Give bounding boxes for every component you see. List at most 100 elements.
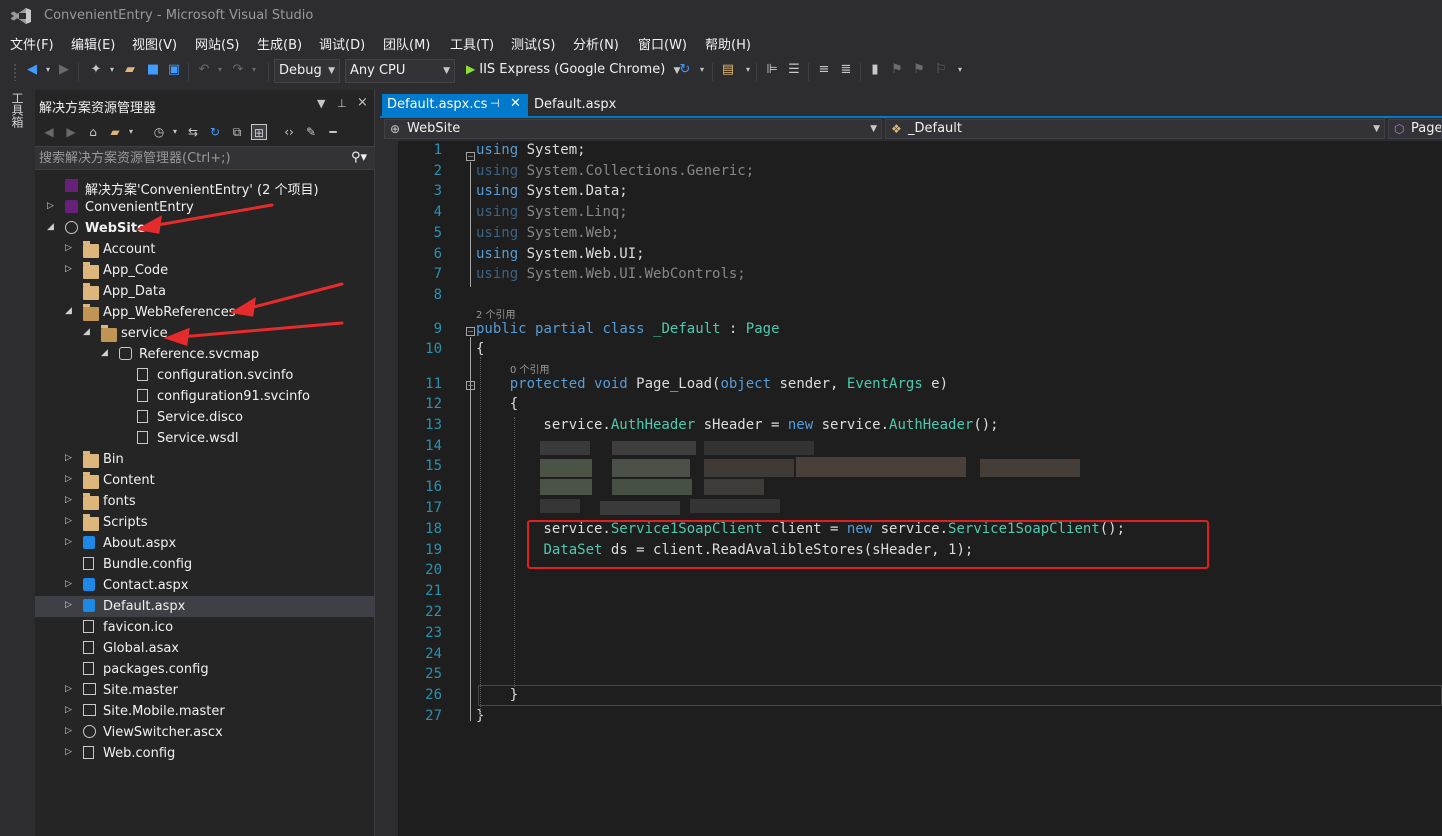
collapse-all-icon[interactable]: ⧉ <box>229 124 245 140</box>
tree-item[interactable]: ▷ ConvenientEntry <box>35 197 375 218</box>
tree-item[interactable]: Global.asax <box>35 638 375 659</box>
tree-item[interactable]: ▷ Content <box>35 470 375 491</box>
redo-icon[interactable]: ↷ <box>230 62 246 78</box>
code-line[interactable]: 24 <box>382 646 1442 666</box>
collapse-usings-icon[interactable]: − <box>466 152 475 161</box>
undo-dropdown-icon[interactable]: ▾ <box>212 62 228 78</box>
tree-item[interactable]: favicon.ico <box>35 617 375 638</box>
tree-item[interactable]: ▷ Account <box>35 239 375 260</box>
tree-item[interactable]: configuration91.svcinfo <box>35 386 375 407</box>
switch-views-dropdown-icon[interactable]: ▾ <box>123 124 139 140</box>
back-icon[interactable]: ◀ <box>41 124 57 140</box>
forward-icon[interactable]: ▶ <box>63 124 79 140</box>
switch-views-icon[interactable]: ▰ <box>107 124 123 140</box>
show-all-files-icon[interactable]: ⊞ <box>251 124 267 140</box>
collapsed-arrow-icon[interactable]: ▷ <box>65 453 75 463</box>
collapsed-arrow-icon[interactable]: ▷ <box>65 747 75 757</box>
expanded-arrow-icon[interactable]: ◢ <box>101 348 111 358</box>
collapsed-arrow-icon[interactable]: ▷ <box>47 201 57 211</box>
solution-platform-select[interactable]: Any CPU ▼ <box>345 59 455 83</box>
collapsed-arrow-icon[interactable]: ▷ <box>65 243 75 253</box>
redo-dropdown-icon[interactable]: ▾ <box>246 62 262 78</box>
properties-wrench-icon[interactable]: ✎ <box>303 124 319 140</box>
solution-configuration-select[interactable]: Debug ▼ <box>274 59 340 83</box>
collapsed-arrow-icon[interactable]: ▷ <box>65 495 75 505</box>
code-line[interactable]: 6 using System.Web.UI; <box>382 246 1442 266</box>
search-icon[interactable]: ⚲▾ <box>351 150 367 165</box>
start-debugging-button[interactable]: ▶ IIS Express (Google Chrome) ▼ <box>466 62 680 77</box>
menu-test[interactable]: 测试(S) <box>511 34 555 53</box>
code-line[interactable]: 2 using System.Collections.Generic; <box>382 163 1442 183</box>
collapsed-arrow-icon[interactable]: ▷ <box>65 600 75 610</box>
menu-edit[interactable]: 编辑(E) <box>71 34 115 53</box>
navigate-forward-icon[interactable]: ▶ <box>56 62 72 78</box>
code-line[interactable]: 13 service.AuthHeader sHeader = new serv… <box>382 417 1442 437</box>
code-line[interactable]: 1 using System; <box>382 142 1442 162</box>
tree-item[interactable]: ▷ Site.Mobile.master <box>35 701 375 722</box>
code-line[interactable]: 10 { <box>382 341 1442 361</box>
tree-item[interactable]: ▷ fonts <box>35 491 375 512</box>
tree-item[interactable]: configuration.svcinfo <box>35 365 375 386</box>
expanded-arrow-icon[interactable]: ◢ <box>83 327 93 337</box>
menu-window[interactable]: 窗口(W) <box>638 34 687 53</box>
tree-item[interactable]: ◢ App_WebReferences <box>35 302 375 323</box>
uncomment-lines-icon[interactable]: ≣ <box>838 62 854 78</box>
code-line[interactable]: 7 using System.Web.UI.WebControls; <box>382 266 1442 286</box>
tree-item[interactable]: packages.config <box>35 659 375 680</box>
menu-analyze[interactable]: 分析(N) <box>573 34 619 53</box>
method-codelens[interactable]: 0 个引用 <box>510 361 550 376</box>
class-codelens[interactable]: 2 个引用 <box>476 306 516 321</box>
browser-link-dropdown-icon[interactable]: ▾ <box>740 62 756 78</box>
tree-item[interactable]: ▷ Contact.aspx <box>35 575 375 596</box>
tree-item[interactable]: Bundle.config <box>35 554 375 575</box>
preview-selected-items-icon[interactable]: ━ <box>325 124 341 140</box>
expanded-arrow-icon[interactable]: ◢ <box>47 222 57 232</box>
code-line[interactable]: 5 using System.Web; <box>382 225 1442 245</box>
new-dropdown-icon[interactable]: ▾ <box>104 62 120 78</box>
view-code-icon[interactable]: ‹› <box>281 124 297 140</box>
home-icon[interactable]: ⌂ <box>85 124 101 140</box>
member-dropdown[interactable]: ⬡ Page_ <box>1388 119 1442 139</box>
type-dropdown[interactable]: ❖ _Default ▼ <box>885 119 1385 139</box>
tree-item[interactable]: ◢ Reference.svcmap <box>35 344 375 365</box>
code-line[interactable]: 11 protected void Page_Load(object sende… <box>382 376 1442 396</box>
comment-lines-icon[interactable]: ≡ <box>816 62 832 78</box>
collapsed-arrow-icon[interactable]: ▷ <box>65 579 75 589</box>
code-line[interactable]: 9 public partial class _Default : Page <box>382 321 1442 341</box>
tree-item[interactable]: ▷ Site.master <box>35 680 375 701</box>
menu-debug[interactable]: 调试(D) <box>319 34 365 53</box>
window-position-dropdown-icon[interactable]: ▼ <box>317 97 325 110</box>
sync-with-active-document-icon[interactable]: ⇆ <box>185 124 201 140</box>
format-document-icon[interactable]: ☰ <box>786 62 802 78</box>
collapsed-arrow-icon[interactable]: ▷ <box>65 726 75 736</box>
collapsed-arrow-icon[interactable]: ▷ <box>65 705 75 715</box>
menu-help[interactable]: 帮助(H) <box>705 34 751 53</box>
code-line[interactable]: 27} <box>382 708 1442 728</box>
solution-search-input[interactable] <box>35 147 335 169</box>
tree-item[interactable]: ▷ About.aspx <box>35 533 375 554</box>
tree-item[interactable]: Service.disco <box>35 407 375 428</box>
collapsed-arrow-icon[interactable]: ▷ <box>65 684 75 694</box>
code-line[interactable]: 25 <box>382 666 1442 686</box>
menu-build[interactable]: 生成(B) <box>257 34 302 53</box>
collapsed-arrow-icon[interactable]: ▷ <box>65 516 75 526</box>
navigate-back-icon[interactable]: ◀ <box>24 62 40 78</box>
filter-dropdown-icon[interactable]: ▾ <box>167 124 183 140</box>
code-line[interactable]: 3 using System.Data; <box>382 183 1442 203</box>
refresh-icon[interactable]: ↻ <box>677 62 693 78</box>
tree-item[interactable]: 解决方案'ConvenientEntry' (2 个项目) <box>35 176 375 198</box>
toolbar-overflow-icon[interactable]: ▾ <box>952 62 968 78</box>
tree-item[interactable]: ▷ ViewSwitcher.ascx <box>35 722 375 743</box>
undo-icon[interactable]: ↶ <box>196 62 212 78</box>
next-bookmark-icon[interactable]: ⚑ <box>911 62 927 78</box>
pending-changes-filter-icon[interactable]: ◷ <box>151 124 167 140</box>
refresh-dropdown-icon[interactable]: ▾ <box>694 62 710 78</box>
collapsed-arrow-icon[interactable]: ▷ <box>65 537 75 547</box>
tree-item[interactable]: ▷ Web.config <box>35 743 375 764</box>
pin-icon[interactable]: ⊥ <box>337 97 347 110</box>
collapse-class-icon[interactable]: − <box>466 327 475 336</box>
collapsed-arrow-icon[interactable]: ▷ <box>65 264 75 274</box>
tree-item[interactable]: Service.wsdl <box>35 428 375 449</box>
close-icon[interactable]: × <box>357 95 368 110</box>
menu-view[interactable]: 视图(V) <box>132 34 177 53</box>
